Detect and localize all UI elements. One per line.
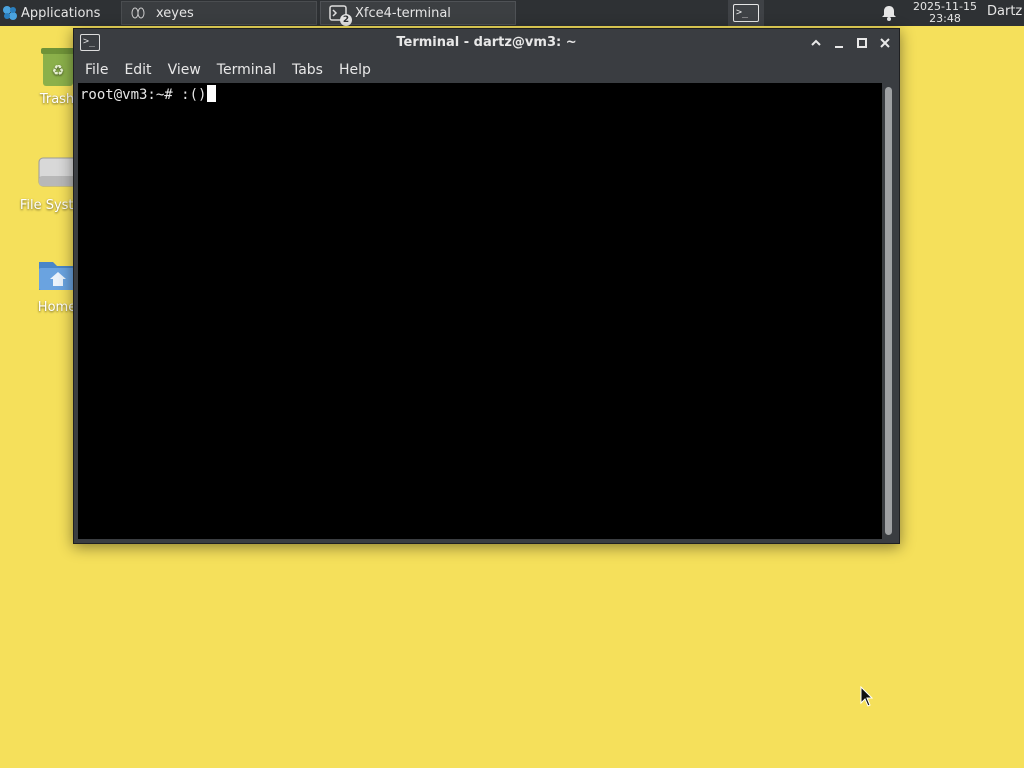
terminal-window: >_ Terminal - dartz@vm3: ~ File Edit Vie… — [73, 28, 900, 544]
menu-file[interactable]: File — [77, 59, 116, 81]
menu-bar: File Edit View Terminal Tabs Help — [74, 57, 899, 83]
scrollbar-thumb[interactable] — [885, 87, 892, 535]
shade-button[interactable] — [807, 34, 824, 51]
menu-terminal[interactable]: Terminal — [209, 59, 284, 81]
scrollbar[interactable] — [882, 83, 896, 539]
applications-label: Applications — [21, 5, 101, 21]
terminal-prompt-line: root@vm3:~# :() — [80, 85, 217, 104]
prompt-text: root@vm3:~# :() — [80, 87, 207, 103]
workspace-switcher[interactable]: >_ — [728, 0, 764, 26]
applications-menu-button[interactable]: Applications — [0, 0, 117, 26]
text-cursor — [207, 85, 217, 102]
terminal-icon: 2 — [329, 5, 352, 26]
minimize-icon — [834, 45, 843, 48]
minimize-button[interactable] — [830, 34, 847, 51]
xeyes-icon — [130, 5, 148, 21]
xfce-logo-icon — [3, 6, 17, 20]
window-titlebar[interactable]: >_ Terminal - dartz@vm3: ~ — [74, 29, 899, 57]
maximize-button[interactable] — [853, 34, 870, 51]
taskbar-item-terminal[interactable]: 2 Xfce4-terminal — [320, 1, 516, 26]
menu-help[interactable]: Help — [331, 59, 379, 81]
menu-tabs[interactable]: Tabs — [284, 59, 331, 81]
mouse-pointer-icon — [860, 686, 874, 707]
terminal-output[interactable]: root@vm3:~# :() — [78, 83, 882, 539]
taskbar-item-label: Xfce4-terminal — [355, 5, 451, 21]
maximize-icon — [856, 37, 867, 48]
clock-time: 23:48 — [929, 12, 961, 25]
window-title: Terminal - dartz@vm3: ~ — [396, 35, 577, 50]
chevron-up-icon — [810, 39, 821, 46]
svg-text:♻: ♻ — [52, 63, 65, 79]
window-count-badge: 2 — [340, 14, 352, 26]
taskbar-item-xeyes[interactable]: xeyes — [121, 1, 317, 25]
close-icon — [879, 37, 890, 48]
taskbar-item-label: xeyes — [156, 5, 194, 21]
top-panel: Applications xeyes 2 Xfce4-terminal >_ 2… — [0, 0, 1024, 26]
user-menu[interactable]: Dartz — [987, 4, 1022, 19]
terminal-launcher-icon: >_ — [733, 4, 759, 22]
menu-edit[interactable]: Edit — [116, 59, 159, 81]
menu-view[interactable]: View — [160, 59, 209, 81]
notification-bell-icon[interactable] — [880, 4, 898, 22]
close-button[interactable] — [876, 34, 893, 51]
panel-clock[interactable]: 2025-11-15 23:48 — [908, 1, 982, 25]
